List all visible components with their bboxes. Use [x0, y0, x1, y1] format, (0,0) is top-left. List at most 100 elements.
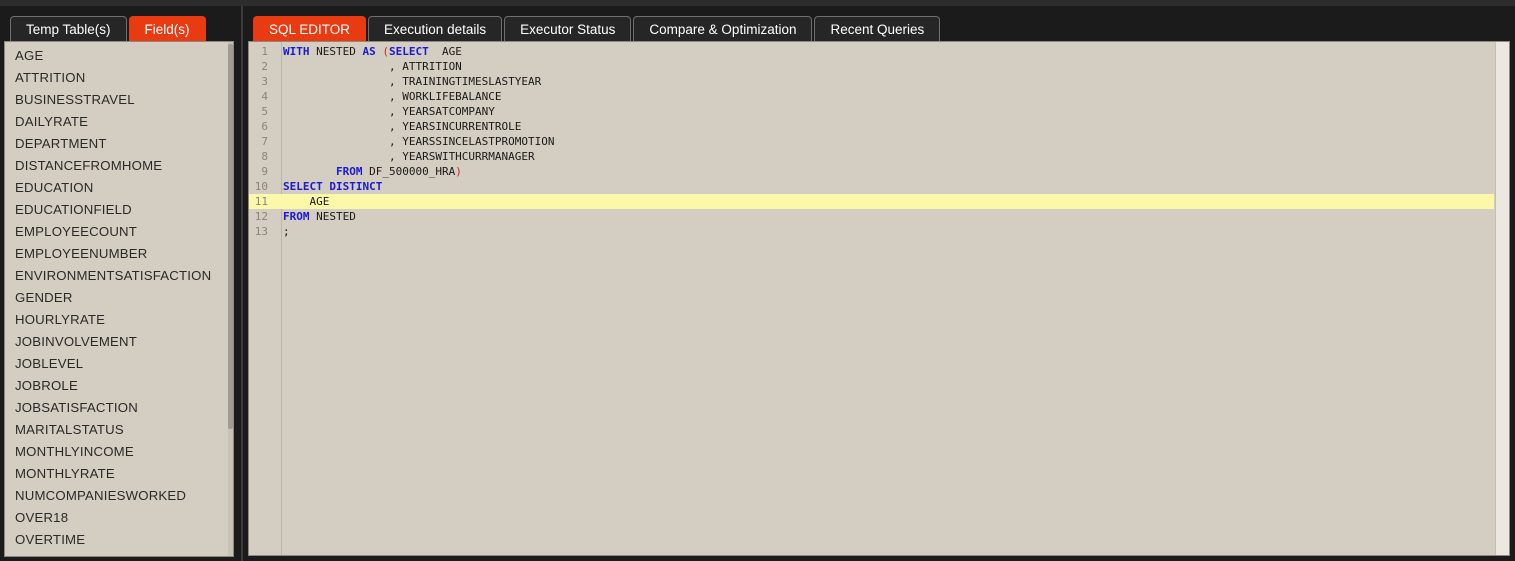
sql-keyword: SELECT [388, 45, 429, 58]
sql-keyword: SELECT [283, 180, 323, 193]
code-text: SELECT DISTINCT [283, 179, 382, 194]
field-item-education[interactable]: EDUCATION [5, 177, 229, 199]
code-line[interactable]: 6 , YEARSINCURRENTROLE [249, 119, 1494, 134]
sql-keyword: WITH [283, 45, 310, 58]
sql-token: , TRAININGTIMESLASTYEAR [283, 75, 542, 88]
left-tab-bar: Temp Table(s) Field(s) [10, 16, 206, 41]
line-number: 2 [261, 60, 268, 73]
tab-executor-status[interactable]: Executor Status [504, 16, 632, 41]
field-item-businesstravel[interactable]: BUSINESSTRAVEL [5, 89, 229, 111]
field-item-overtime[interactable]: OVERTIME [5, 529, 229, 551]
line-number: 11 [254, 195, 268, 208]
tab-field-s[interactable]: Field(s) [128, 16, 206, 41]
code-text: , ATTRITION [283, 59, 462, 74]
sql-token: AGE [283, 195, 330, 208]
code-line[interactable]: 1 WITH NESTED AS (SELECT AGE [249, 44, 1494, 59]
tab-execution-details[interactable]: Execution details [368, 16, 503, 41]
sql-paren: ) [455, 165, 462, 178]
main-tab-bar: SQL EDITOR Execution details Executor Stat… [253, 16, 941, 41]
tab-sql-editor[interactable]: SQL EDITOR [253, 16, 367, 41]
tab-temp-table-s[interactable]: Temp Table(s) [10, 16, 127, 41]
line-number: 1 [261, 45, 268, 58]
field-list: AGE ATTRITION BUSINESSTRAVEL DAILYRATE DEPAR… [5, 45, 229, 551]
sql-token: , WORKLIFEBALANCE [283, 90, 502, 103]
sql-token: , YEARSINCURRENTROLE [283, 120, 522, 133]
code-line[interactable]: 8 , YEARSWITHCURRMANAGER [249, 149, 1494, 164]
panel-splitter[interactable] [241, 6, 243, 561]
field-list-scrollbar[interactable] [228, 42, 233, 556]
code-text: FROM DF_500000_HRA) [283, 164, 462, 179]
code-line[interactable]: 3 , TRAININGTIMESLASTYEAR [249, 74, 1494, 89]
sql-token: , YEARSATCOMPANY [283, 105, 495, 118]
field-item-employeecount[interactable]: EMPLOYEECOUNT [5, 221, 229, 243]
sql-keyword: DISTINCT [329, 180, 383, 193]
line-number: 7 [261, 135, 268, 148]
code-line[interactable]: 5 , YEARSATCOMPANY [249, 104, 1494, 119]
left-panel: Temp Table(s) Field(s) AGE ATTRITION BUSINE… [0, 6, 240, 561]
code-line[interactable]: 7 , YEARSSINCELASTPROMOTION [249, 134, 1494, 149]
code-text: , YEARSINCURRENTROLE [283, 119, 521, 134]
field-item-maritalstatus[interactable]: MARITALSTATUS [5, 419, 229, 441]
tab-recent-queries[interactable]: Recent Queries [814, 16, 941, 41]
field-item-gender[interactable]: GENDER [5, 287, 229, 309]
line-number: 6 [261, 120, 268, 133]
field-item-distancefromhome[interactable]: DISTANCEFROMHOME [5, 155, 229, 177]
field-item-dailyrate[interactable]: DAILYRATE [5, 111, 229, 133]
code-text: ; [283, 224, 290, 239]
code-area[interactable]: 1 WITH NESTED AS (SELECT AGE 2 , ATTRITION… [249, 44, 1494, 239]
line-number: 9 [261, 165, 268, 178]
field-item-age[interactable]: AGE [5, 45, 229, 67]
field-item-attrition[interactable]: ATTRITION [5, 67, 229, 89]
field-item-monthlyincome[interactable]: MONTHLYINCOME [5, 441, 229, 463]
field-item-jobsatisfaction[interactable]: JOBSATISFACTION [5, 397, 229, 419]
line-number: 4 [261, 90, 268, 103]
sql-token: ; [283, 225, 290, 238]
field-list-scroll-thumb[interactable] [228, 44, 233, 429]
sql-token: NESTED [309, 45, 363, 58]
code-text: AGE [283, 194, 329, 209]
sql-token: , YEARSWITHCURRMANAGER [283, 150, 535, 163]
tab-compare-optimization[interactable]: Compare & Optimization [633, 16, 813, 41]
field-item-over18[interactable]: OVER18 [5, 507, 229, 529]
line-number: 10 [254, 180, 268, 193]
field-item-joblevel[interactable]: JOBLEVEL [5, 353, 229, 375]
field-item-hourlyrate[interactable]: HOURLYRATE [5, 309, 229, 331]
editor-scrollbar[interactable] [1495, 42, 1509, 555]
code-line[interactable]: 13; [249, 224, 1494, 239]
code-text: , YEARSWITHCURRMANAGER [283, 149, 535, 164]
code-line[interactable]: 2 , ATTRITION [249, 59, 1494, 74]
sql-editor[interactable]: 1 WITH NESTED AS (SELECT AGE 2 , ATTRITION… [248, 41, 1510, 556]
code-line[interactable]: 12 FROM NESTED [249, 209, 1494, 224]
code-text: FROM NESTED [283, 209, 356, 224]
line-number: 8 [261, 150, 268, 163]
sql-token: NESTED [309, 210, 356, 223]
sql-token: , ATTRITION [283, 60, 462, 73]
sql-paren: ( [382, 45, 389, 58]
field-item-employeenumber[interactable]: EMPLOYEENUMBER [5, 243, 229, 265]
field-list-panel: AGE ATTRITION BUSINESSTRAVEL DAILYRATE DEPAR… [4, 41, 234, 557]
code-text: , WORKLIFEBALANCE [283, 89, 502, 104]
sql-keyword: FROM [335, 165, 363, 178]
field-item-educationfield[interactable]: EDUCATIONFIELD [5, 199, 229, 221]
field-item-jobinvolvement[interactable]: JOBINVOLVEMENT [5, 331, 229, 353]
sql-keyword: AS [362, 45, 376, 58]
code-text: , TRAININGTIMESLASTYEAR [283, 74, 541, 89]
line-number: 5 [261, 105, 268, 118]
line-number: 3 [261, 75, 268, 88]
field-item-department[interactable]: DEPARTMENT [5, 133, 229, 155]
field-item-numcompaniesworked[interactable]: NUMCOMPANIESWORKED [5, 485, 229, 507]
field-item-environmentsatisfaction[interactable]: ENVIRONMENTSATISFACTION [5, 265, 229, 287]
code-line[interactable]: 11 AGE [249, 194, 1494, 209]
code-line[interactable]: 10 SELECT DISTINCT [249, 179, 1494, 194]
code-text: , YEARSATCOMPANY [283, 104, 495, 119]
sql-token: AGE [428, 45, 462, 58]
line-number: 12 [254, 210, 268, 223]
code-line[interactable]: 9 FROM DF_500000_HRA) [249, 164, 1494, 179]
code-line[interactable]: 4 , WORKLIFEBALANCE [249, 89, 1494, 104]
field-item-monthlyrate[interactable]: MONTHLYRATE [5, 463, 229, 485]
code-text: WITH NESTED AS (SELECT AGE [283, 44, 462, 59]
code-text: , YEARSSINCELASTPROMOTION [283, 134, 555, 149]
field-item-jobrole[interactable]: JOBROLE [5, 375, 229, 397]
sql-keyword: FROM [283, 210, 310, 223]
